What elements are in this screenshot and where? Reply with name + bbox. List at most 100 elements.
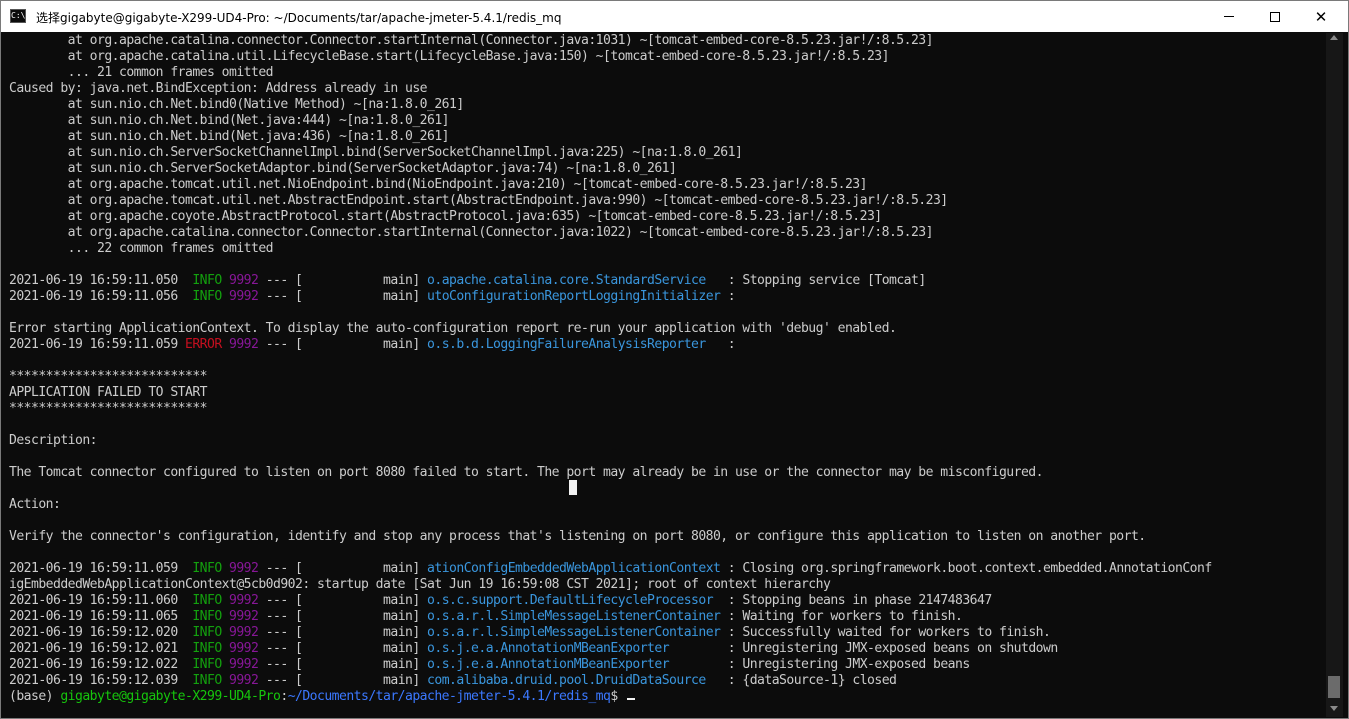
prompt-path: ~/Documents/tar/apache-jmeter-5.4.1/redi… <box>287 689 611 704</box>
log-token-magenta: 9992 <box>229 657 259 672</box>
terminal-text: 2021-06-19 16:59:12.020 <box>9 625 193 640</box>
scrollbar-thumb[interactable] <box>1328 676 1340 698</box>
log-token-green: INFO <box>192 593 222 608</box>
log-token-cyan: o.s.a.r.l.SimpleMessageListenerContainer <box>427 609 721 624</box>
mouse-text-cursor <box>569 480 577 495</box>
log-token-cyan: utoConfigurationReportLoggingInitializer <box>427 289 721 304</box>
terminal-text: Description: <box>9 433 98 448</box>
minimize-button[interactable] <box>1206 1 1252 32</box>
terminal-text: 2021-06-19 16:59:11.059 <box>9 561 193 576</box>
log-token-green: INFO <box>192 289 222 304</box>
log-token-green: INFO <box>192 673 222 688</box>
log-token-cyan: o.s.j.e.a.AnnotationMBeanExporter <box>427 641 721 656</box>
terminal-text: at sun.nio.ch.Net.bind0(Native Method) ~… <box>9 97 465 112</box>
terminal-line: 2021-06-19 16:59:12.021 INFO 9992 --- [ … <box>9 641 1325 657</box>
terminal-text: 2021-06-19 16:59:11.059 <box>9 337 185 352</box>
terminal-text: Error starting ApplicationContext. To di… <box>9 321 897 336</box>
terminal-text: 2021-06-19 16:59:11.056 <box>9 289 193 304</box>
terminal-line: *************************** <box>9 369 1325 385</box>
prompt-user-host: gigabyte@gigabyte-X299-UD4-Pro <box>60 689 281 704</box>
terminal-line: 2021-06-19 16:59:11.059 ERROR 9992 --- [… <box>9 337 1325 353</box>
terminal-output[interactable]: at org.apache.catalina.connector.Connect… <box>9 33 1325 717</box>
terminal-line: Action: <box>9 497 1325 513</box>
close-button[interactable]: ✕ <box>1298 1 1344 32</box>
terminal-line: Caused by: java.net.BindException: Addre… <box>9 81 1325 97</box>
log-token-cyan: o.s.c.support.DefaultLifecycleProcessor <box>427 593 721 608</box>
terminal-text: *************************** <box>9 369 208 384</box>
terminal-line: at org.apache.tomcat.util.net.AbstractEn… <box>9 193 1325 209</box>
terminal-line: The Tomcat connector configured to liste… <box>9 465 1325 481</box>
log-token-magenta: 9992 <box>229 289 259 304</box>
shell-prompt-line[interactable]: (base) gigabyte@gigabyte-X299-UD4-Pro:~/… <box>9 689 1325 705</box>
minimize-icon <box>1224 16 1234 17</box>
terminal-text: : Unregistering JMX-exposed beans on shu… <box>720 641 1059 656</box>
log-token-cyan: com.alibaba.druid.pool.DruidDataSource <box>427 673 721 688</box>
terminal-line: at sun.nio.ch.Net.bind(Net.java:444) ~[n… <box>9 113 1325 129</box>
log-token-red: ERROR <box>185 337 222 352</box>
terminal-line: ... 22 common frames omitted <box>9 241 1325 257</box>
terminal-text: at org.apache.coyote.AbstractProtocol.st… <box>9 209 883 224</box>
text-cursor <box>627 698 636 700</box>
terminal-line: 2021-06-19 16:59:11.056 INFO 9992 --- [ … <box>9 289 1325 305</box>
terminal-line: 2021-06-19 16:59:11.065 INFO 9992 --- [ … <box>9 609 1325 625</box>
log-token-magenta: 9992 <box>229 641 259 656</box>
prompt-separator: : <box>280 689 288 704</box>
log-token-cyan: ationConfigEmbeddedWebApplicationContext <box>427 561 721 576</box>
terminal-text: at sun.nio.ch.ServerSocketAdaptor.bind(S… <box>9 161 677 176</box>
terminal-line: at org.apache.coyote.AbstractProtocol.st… <box>9 209 1325 225</box>
log-token-magenta: 9992 <box>229 273 259 288</box>
terminal-text: --- [ main] <box>258 289 428 304</box>
prompt-symbol: $ <box>610 689 626 704</box>
terminal-line: APPLICATION FAILED TO START <box>9 385 1325 401</box>
log-token-green: INFO <box>192 657 222 672</box>
terminal-window: C:\ 选择gigabyte@gigabyte-X299-UD4-Pro: ~/… <box>0 0 1349 719</box>
terminal-text: at sun.nio.ch.ServerSocketChannelImpl.bi… <box>9 145 743 160</box>
maximize-button[interactable] <box>1252 1 1298 32</box>
terminal-line: igEmbeddedWebApplicationContext@5cb0d902… <box>9 577 1325 593</box>
terminal-text: The Tomcat connector configured to liste… <box>9 465 1044 480</box>
terminal-text: --- [ main] <box>258 609 428 624</box>
terminal-text: : Closing org.springframework.boot.conte… <box>720 561 1213 576</box>
log-token-green: INFO <box>192 641 222 656</box>
terminal-line: 2021-06-19 16:59:12.039 INFO 9992 --- [ … <box>9 673 1325 689</box>
terminal-line: 2021-06-19 16:59:11.050 INFO 9992 --- [ … <box>9 273 1325 289</box>
terminal-text: --- [ main] <box>258 657 428 672</box>
terminal-line: *************************** <box>9 401 1325 417</box>
log-token-magenta: 9992 <box>229 337 259 352</box>
log-token-magenta: 9992 <box>229 673 259 688</box>
terminal-text: --- [ main] <box>258 593 428 608</box>
vertical-scrollbar[interactable] <box>1326 33 1343 717</box>
terminal-text: : <box>720 337 736 352</box>
terminal-line: at sun.nio.ch.Net.bind0(Native Method) ~… <box>9 97 1325 113</box>
terminal-text: : Waiting for workers to finish. <box>720 609 963 624</box>
terminal-text: 2021-06-19 16:59:11.060 <box>9 593 193 608</box>
terminal-text: ... 21 common frames omitted <box>9 65 274 80</box>
terminal-line: at sun.nio.ch.Net.bind(Net.java:436) ~[n… <box>9 129 1325 145</box>
terminal-text: : Successfully waited for workers to fin… <box>720 625 1051 640</box>
terminal-line: ... 21 common frames omitted <box>9 65 1325 81</box>
terminal-text: Verify the connector's configuration, id… <box>9 529 1146 544</box>
terminal-text: --- [ main] <box>258 337 428 352</box>
scroll-down-arrow-icon[interactable] <box>1330 706 1338 711</box>
terminal-text: : Stopping beans in phase 2147483647 <box>720 593 993 608</box>
terminal-line: at org.apache.catalina.util.LifecycleBas… <box>9 49 1325 65</box>
terminal-text: : Stopping service [Tomcat] <box>720 273 927 288</box>
terminal-line: 2021-06-19 16:59:12.020 INFO 9992 --- [ … <box>9 625 1325 641</box>
log-token-magenta: 9992 <box>229 593 259 608</box>
scroll-up-arrow-icon[interactable] <box>1330 35 1338 40</box>
title-bar[interactable]: C:\ 选择gigabyte@gigabyte-X299-UD4-Pro: ~/… <box>1 1 1348 32</box>
terminal-text: : <box>720 289 736 304</box>
terminal-text: Action: <box>9 497 61 512</box>
terminal-text: --- [ main] <box>258 673 428 688</box>
